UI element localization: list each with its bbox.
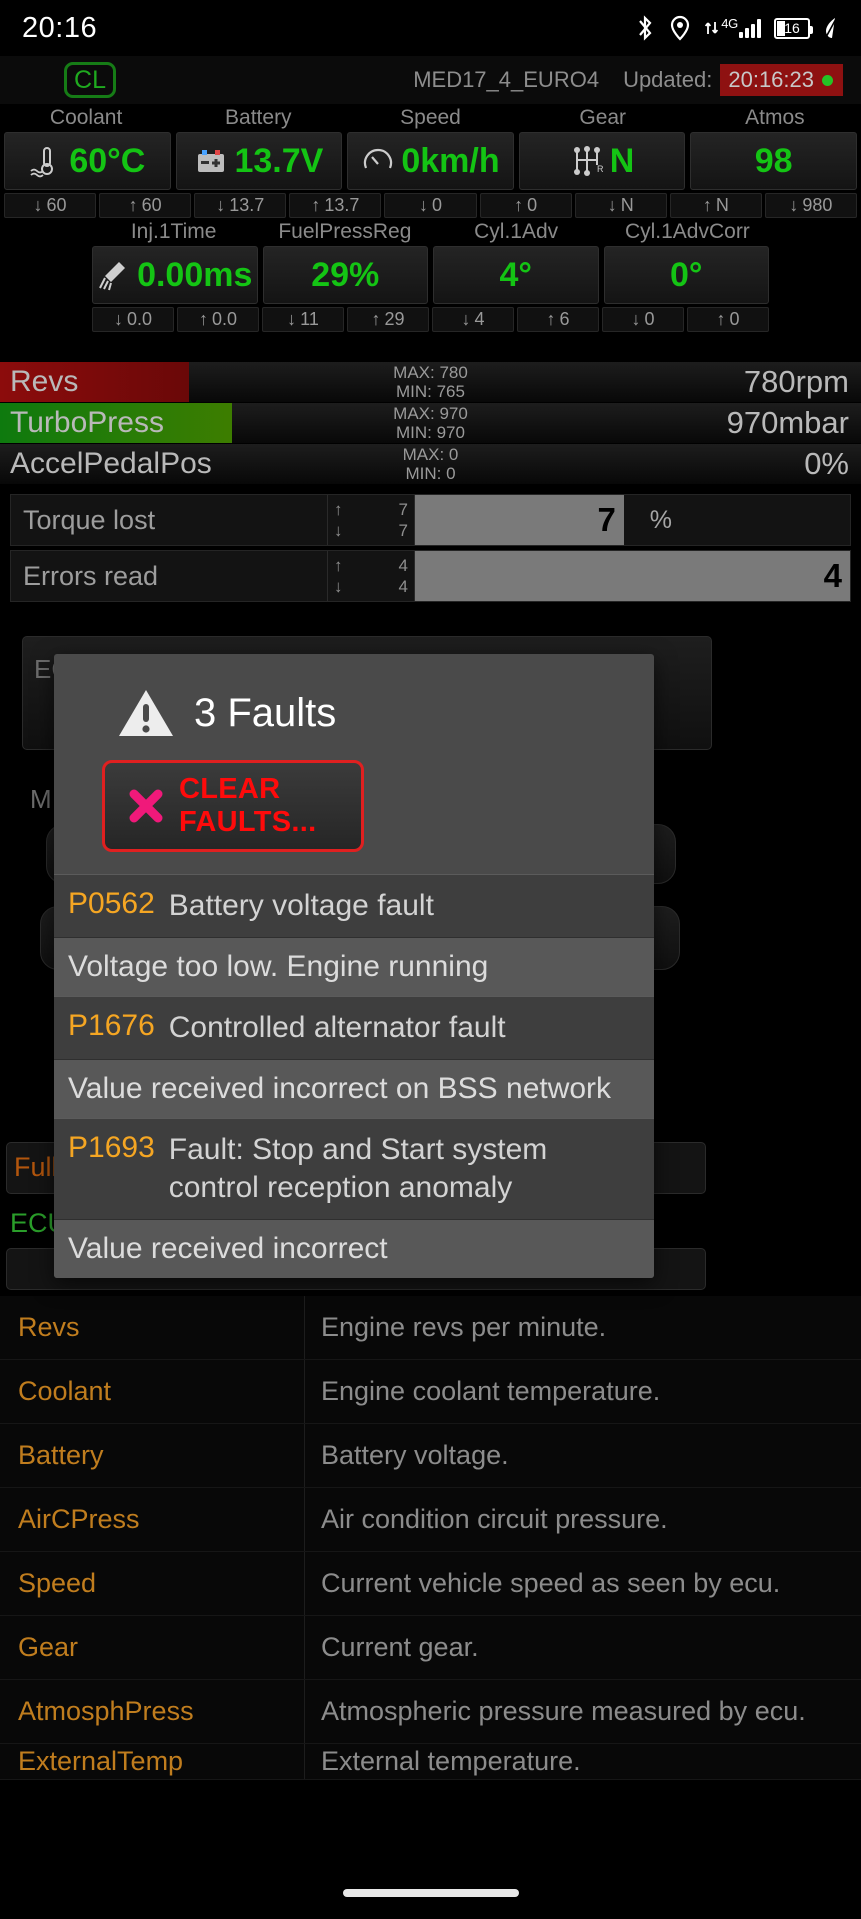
- fault-name: Fault: Stop and Start system control rec…: [168, 1133, 548, 1204]
- table-row[interactable]: AtmosphPress Atmospheric pressure measur…: [0, 1680, 861, 1744]
- info-value: Air condition circuit pressure.: [321, 1504, 668, 1534]
- fault-description: Value received incorrect: [68, 1232, 388, 1265]
- bar-gauge-max: MAX: 780: [393, 363, 468, 382]
- info-key: ExternalTemp: [0, 1744, 305, 1779]
- fault-name: Controlled alternator fault: [168, 1011, 506, 1044]
- table-row[interactable]: AirCPress Air condition circuit pressure…: [0, 1488, 861, 1552]
- info-value: Current vehicle speed as seen by ecu.: [321, 1568, 781, 1598]
- bar-gauge-min: MIN: 970: [396, 423, 465, 442]
- bar-gauges: Revs MAX: 780 MIN: 765 780rpm TurboPress…: [0, 362, 861, 485]
- fault-item-code[interactable]: P1693 Fault: Stop and Start system contr…: [54, 1118, 654, 1220]
- background-full-label: Full: [14, 1152, 58, 1182]
- table-row[interactable]: Coolant Engine coolant temperature.: [0, 1360, 861, 1424]
- fault-code: P0562: [68, 887, 155, 920]
- fault-name: Battery voltage fault: [168, 889, 434, 922]
- bar-gauge-revs-minmax: MAX: 780 MIN: 765: [0, 362, 861, 402]
- info-value: Engine revs per minute.: [321, 1312, 607, 1342]
- table-row[interactable]: Speed Current vehicle speed as seen by e…: [0, 1552, 861, 1616]
- app-screen: 20:16 4G 16 CL MED17_4_EURO4 Updated: 20…: [0, 0, 861, 1919]
- fault-description: Voltage too low. Engine running: [68, 950, 489, 983]
- home-indicator[interactable]: [342, 1889, 519, 1897]
- table-row[interactable]: ExternalTemp External temperature.: [0, 1744, 861, 1780]
- info-key: Revs: [0, 1296, 305, 1359]
- battery-level-label: 16: [784, 20, 800, 36]
- bar-gauge-min: MIN: 0: [405, 464, 456, 483]
- table-row[interactable]: Gear Current gear.: [0, 1616, 861, 1680]
- info-value: Atmospheric pressure measured by ecu.: [321, 1696, 806, 1726]
- bar-gauge-revs-value: 780rpm: [743, 364, 849, 399]
- info-key: Gear: [0, 1616, 305, 1679]
- bar-gauge-turbopress-value: 970mbar: [726, 405, 849, 440]
- bar-gauge-turbopress[interactable]: TurboPress MAX: 970 MIN: 970 970mbar: [0, 403, 861, 444]
- warning-triangle-icon: [118, 688, 174, 738]
- table-row[interactable]: Revs Engine revs per minute.: [0, 1296, 861, 1360]
- bar-gauge-min: MIN: 765: [396, 382, 465, 401]
- faults-dialog: 3 Faults CLEAR FAULTS... P0562 Battery v…: [54, 654, 654, 1278]
- dialog-title: 3 Faults: [194, 690, 337, 735]
- bar-gauge-accelpedalpos[interactable]: AccelPedalPos MAX: 0 MIN: 0 0%: [0, 444, 861, 485]
- bar-gauge-accelpedalpos-minmax: MAX: 0 MIN: 0: [0, 444, 861, 484]
- info-value: Battery voltage.: [321, 1440, 509, 1470]
- fault-item-description: Voltage too low. Engine running: [54, 938, 654, 996]
- cross-icon: [127, 787, 165, 825]
- clear-faults-button[interactable]: CLEAR FAULTS...: [102, 760, 364, 852]
- fault-list: P0562 Battery voltage fault Voltage too …: [54, 874, 654, 1278]
- fault-item-code[interactable]: P1676 Controlled alternator fault: [54, 996, 654, 1060]
- info-table: Revs Engine revs per minute. Coolant Eng…: [0, 1296, 861, 1780]
- background-m-label: M: [30, 784, 52, 814]
- fault-item-code[interactable]: P0562 Battery voltage fault: [54, 874, 654, 938]
- info-value: External temperature.: [321, 1746, 581, 1776]
- info-key: Coolant: [0, 1360, 305, 1423]
- info-key: AtmosphPress: [0, 1680, 305, 1743]
- info-key: Speed: [0, 1552, 305, 1615]
- bar-gauge-max: MAX: 970: [393, 404, 468, 423]
- bar-gauge-accelpedalpos-value: 0%: [804, 446, 849, 481]
- fault-item-description: Value received incorrect on BSS network: [54, 1060, 654, 1118]
- table-row[interactable]: Battery Battery voltage.: [0, 1424, 861, 1488]
- info-value: Engine coolant temperature.: [321, 1376, 661, 1406]
- fault-description: Value received incorrect on BSS network: [68, 1072, 612, 1105]
- fault-code: P1676: [68, 1009, 155, 1042]
- info-value: Current gear.: [321, 1632, 479, 1662]
- fault-item-description: Value received incorrect: [54, 1220, 654, 1278]
- bar-gauge-revs[interactable]: Revs MAX: 780 MIN: 765 780rpm: [0, 362, 861, 403]
- info-key: Battery: [0, 1424, 305, 1487]
- dialog-title-row: 3 Faults: [54, 654, 654, 760]
- fault-code: P1693: [68, 1131, 155, 1164]
- clear-faults-label: CLEAR FAULTS...: [179, 773, 317, 838]
- info-key: AirCPress: [0, 1488, 305, 1551]
- bar-gauge-max: MAX: 0: [402, 445, 459, 464]
